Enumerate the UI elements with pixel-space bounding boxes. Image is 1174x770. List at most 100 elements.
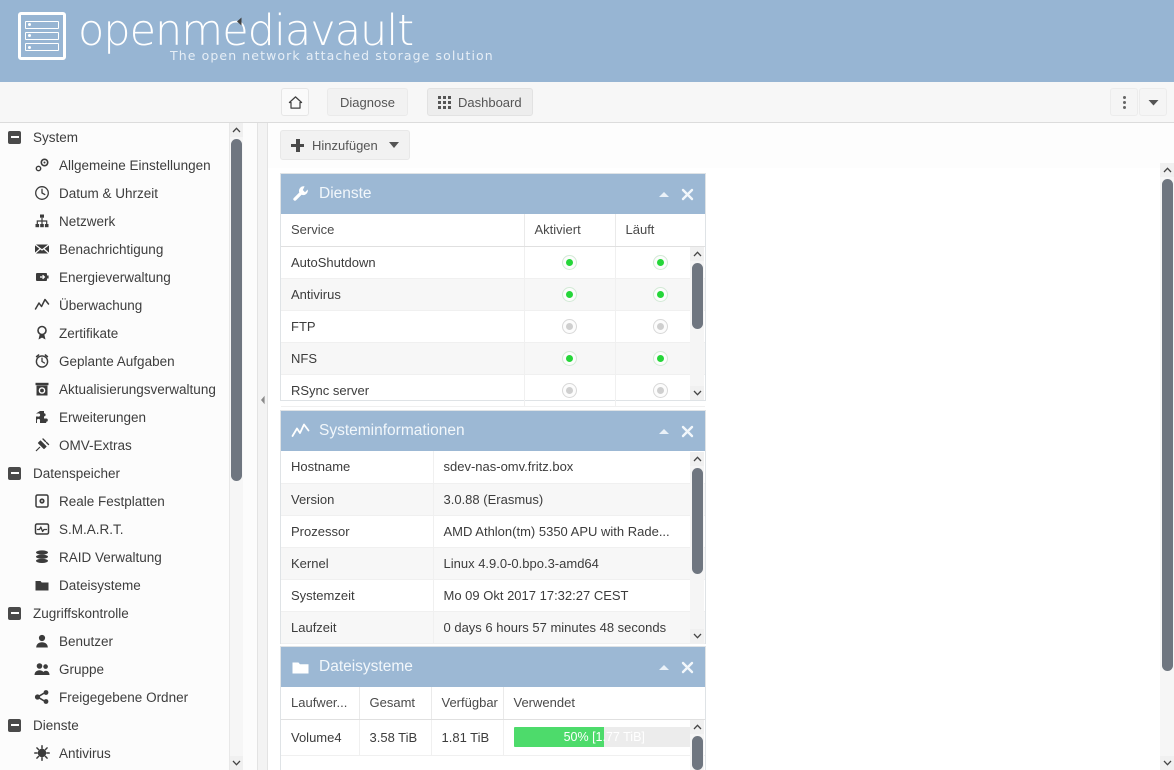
- add-widget-button[interactable]: Hinzufügen: [280, 130, 410, 160]
- sidebar-group-zugriffskontrolle[interactable]: Zugriffskontrolle: [0, 599, 242, 627]
- scroll-thumb[interactable]: [691, 468, 703, 574]
- sidebar-scrollbar[interactable]: [229, 123, 243, 770]
- table-row[interactable]: RSync server: [281, 374, 705, 407]
- status-dot-on: [652, 287, 668, 303]
- home-button[interactable]: [281, 88, 309, 116]
- scroll-up-button[interactable]: [690, 720, 704, 734]
- table-row[interactable]: Systemzeit Mo 09 Okt 2017 17:32:27 CEST: [281, 579, 705, 612]
- status-dot-off: [652, 319, 668, 335]
- scroll-down-button[interactable]: [690, 629, 704, 643]
- cell-used: 50% [1.77 TiB]: [503, 719, 705, 756]
- scroll-up-button[interactable]: [690, 452, 704, 466]
- column-header-laeuft[interactable]: Läuft: [615, 214, 705, 247]
- sidebar-item-energieverwaltung[interactable]: Energieverwaltung: [0, 263, 242, 291]
- sidebar-item-aktualisierungsverwaltung[interactable]: Aktualisierungsverwaltung: [0, 375, 242, 403]
- sidebar-item-ueberwachung[interactable]: Überwachung: [0, 291, 242, 319]
- grid-icon: [438, 95, 451, 109]
- plug-icon: [33, 437, 50, 454]
- cell-key: Laufzeit: [281, 611, 434, 644]
- sidebar-splitter[interactable]: [258, 123, 268, 770]
- sidebar-group-dienste[interactable]: Dienste: [0, 711, 242, 739]
- chevron-up-icon: [693, 456, 701, 462]
- cell-total: 3.58 TiB: [359, 719, 432, 756]
- splitter-collapse-handle[interactable]: [259, 391, 267, 409]
- panel-close-button[interactable]: [679, 659, 695, 675]
- content-scroll-thumb[interactable]: [1161, 179, 1173, 671]
- tab-dashboard[interactable]: Dashboard: [427, 88, 533, 116]
- sysinfo-scrollbar[interactable]: [690, 452, 704, 643]
- table-row[interactable]: Hostname sdev-nas-omv.fritz.box: [281, 451, 705, 484]
- scroll-thumb[interactable]: [691, 736, 703, 770]
- sidebar-item-freigegebene-ordner[interactable]: Freigegebene Ordner: [0, 683, 242, 711]
- scroll-down-button[interactable]: [690, 386, 704, 400]
- column-header-verwendet[interactable]: Verwendet: [503, 687, 705, 720]
- toolbar-dropdown-button[interactable]: [1139, 88, 1167, 116]
- panel-systeminformationen-header[interactable]: Systeminformationen: [281, 411, 705, 451]
- table-row[interactable]: Antivirus: [281, 278, 705, 311]
- table-row[interactable]: Volume4 3.58 TiB 1.81 TiB 50% [1.77 TiB]: [281, 719, 705, 756]
- sidebar-item-benutzer[interactable]: Benutzer: [0, 627, 242, 655]
- sidebar-item-omv-extras[interactable]: OMV-Extras: [0, 431, 242, 459]
- sidebar-item-erweiterungen[interactable]: Erweiterungen: [0, 403, 242, 431]
- chevron-up-icon: [1163, 167, 1171, 173]
- panel-close-button[interactable]: [679, 186, 695, 202]
- panel-collapse-button[interactable]: [656, 423, 672, 439]
- table-row[interactable]: Version 3.0.88 (Erasmus): [281, 483, 705, 516]
- filesystems-scrollbar[interactable]: [690, 720, 704, 770]
- monitor-pulse-icon: [33, 521, 50, 538]
- sidebar-item-gruppe[interactable]: Gruppe: [0, 655, 242, 683]
- table-row[interactable]: FTP: [281, 310, 705, 343]
- sidebar-scroll-up-button[interactable]: [230, 123, 243, 137]
- table-row[interactable]: Laufzeit 0 days 6 hours 57 minutes 48 se…: [281, 611, 705, 644]
- content-scroll-up-button[interactable]: [1160, 163, 1174, 177]
- close-icon: [681, 188, 693, 200]
- column-header-gesamt[interactable]: Gesamt: [359, 687, 432, 720]
- sidebar-item-label: Allgemeine Einstellungen: [59, 157, 211, 173]
- column-header-laufwerk[interactable]: Laufwer...: [281, 687, 360, 720]
- hard-disk-icon: [33, 493, 50, 510]
- panel-dienste-title: Dienste: [319, 185, 372, 202]
- panel-dienste-header[interactable]: Dienste: [281, 174, 705, 214]
- table-row[interactable]: AutoShutdown: [281, 246, 705, 279]
- column-header-service[interactable]: Service: [281, 214, 525, 247]
- sidebar-item-label: Zertifikate: [59, 325, 119, 341]
- table-row[interactable]: Kernel Linux 4.9.0-0.bpo.3-amd64: [281, 547, 705, 580]
- content-scrollbar[interactable]: [1160, 163, 1174, 770]
- column-header-verfuegbar[interactable]: Verfügbar: [431, 687, 504, 720]
- sidebar-item-allgemeine-einstellungen[interactable]: Allgemeine Einstellungen: [0, 151, 242, 179]
- services-scrollbar[interactable]: [690, 247, 704, 400]
- sidebar-item-datum-uhrzeit[interactable]: Datum & Uhrzeit: [0, 179, 242, 207]
- panel-collapse-button[interactable]: [656, 659, 672, 675]
- sidebar-item-raid-verwaltung[interactable]: RAID Verwaltung: [0, 543, 242, 571]
- table-header-row: Laufwer... Gesamt Verfügbar Verwendet: [281, 687, 705, 720]
- status-dot-on: [562, 255, 577, 271]
- usage-progress-label: 50% [1.77 TiB]: [563, 730, 645, 744]
- column-header-aktiviert[interactable]: Aktiviert: [524, 214, 616, 247]
- sidebar-group-datenspeicher[interactable]: Datenspeicher: [0, 459, 242, 487]
- content-scroll-down-button[interactable]: [1160, 756, 1174, 770]
- sidebar-item-reale-festplatten[interactable]: Reale Festplatten: [0, 487, 242, 515]
- sidebar-item-benachrichtigung[interactable]: Benachrichtigung: [0, 235, 242, 263]
- panel-dateisysteme-header[interactable]: Dateisysteme: [281, 647, 705, 687]
- sidebar-item-zertifikate[interactable]: Zertifikate: [0, 319, 242, 347]
- table-row[interactable]: Prozessor AMD Athlon(tm) 5350 APU with R…: [281, 515, 705, 548]
- sidebar-item-smart[interactable]: S.M.A.R.T.: [0, 515, 242, 543]
- sidebar-item-geplante-aufgaben[interactable]: Geplante Aufgaben: [0, 347, 242, 375]
- panel-collapse-button[interactable]: [656, 186, 672, 202]
- sidebar-item-dateisysteme[interactable]: Dateisysteme: [0, 571, 242, 599]
- sidebar-collapse-toggle[interactable]: [228, 10, 250, 32]
- sidebar-scroll-down-button[interactable]: [230, 756, 243, 770]
- sidebar-scroll-thumb[interactable]: [231, 139, 242, 481]
- top-toolbar: [0, 82, 1174, 123]
- status-dot-off: [562, 383, 577, 399]
- scroll-thumb[interactable]: [691, 263, 703, 329]
- scroll-up-button[interactable]: [690, 247, 704, 261]
- sidebar-group-system[interactable]: System: [0, 123, 242, 151]
- sidebar-item-netzwerk[interactable]: Netzwerk: [0, 207, 242, 235]
- panel-close-button[interactable]: [679, 423, 695, 439]
- tab-diagnose[interactable]: Diagnose: [327, 88, 408, 116]
- sidebar-item-antivirus[interactable]: Antivirus: [0, 739, 242, 767]
- overflow-menu-button[interactable]: [1110, 88, 1138, 116]
- wrench-icon: [291, 185, 310, 204]
- table-row[interactable]: NFS: [281, 342, 705, 375]
